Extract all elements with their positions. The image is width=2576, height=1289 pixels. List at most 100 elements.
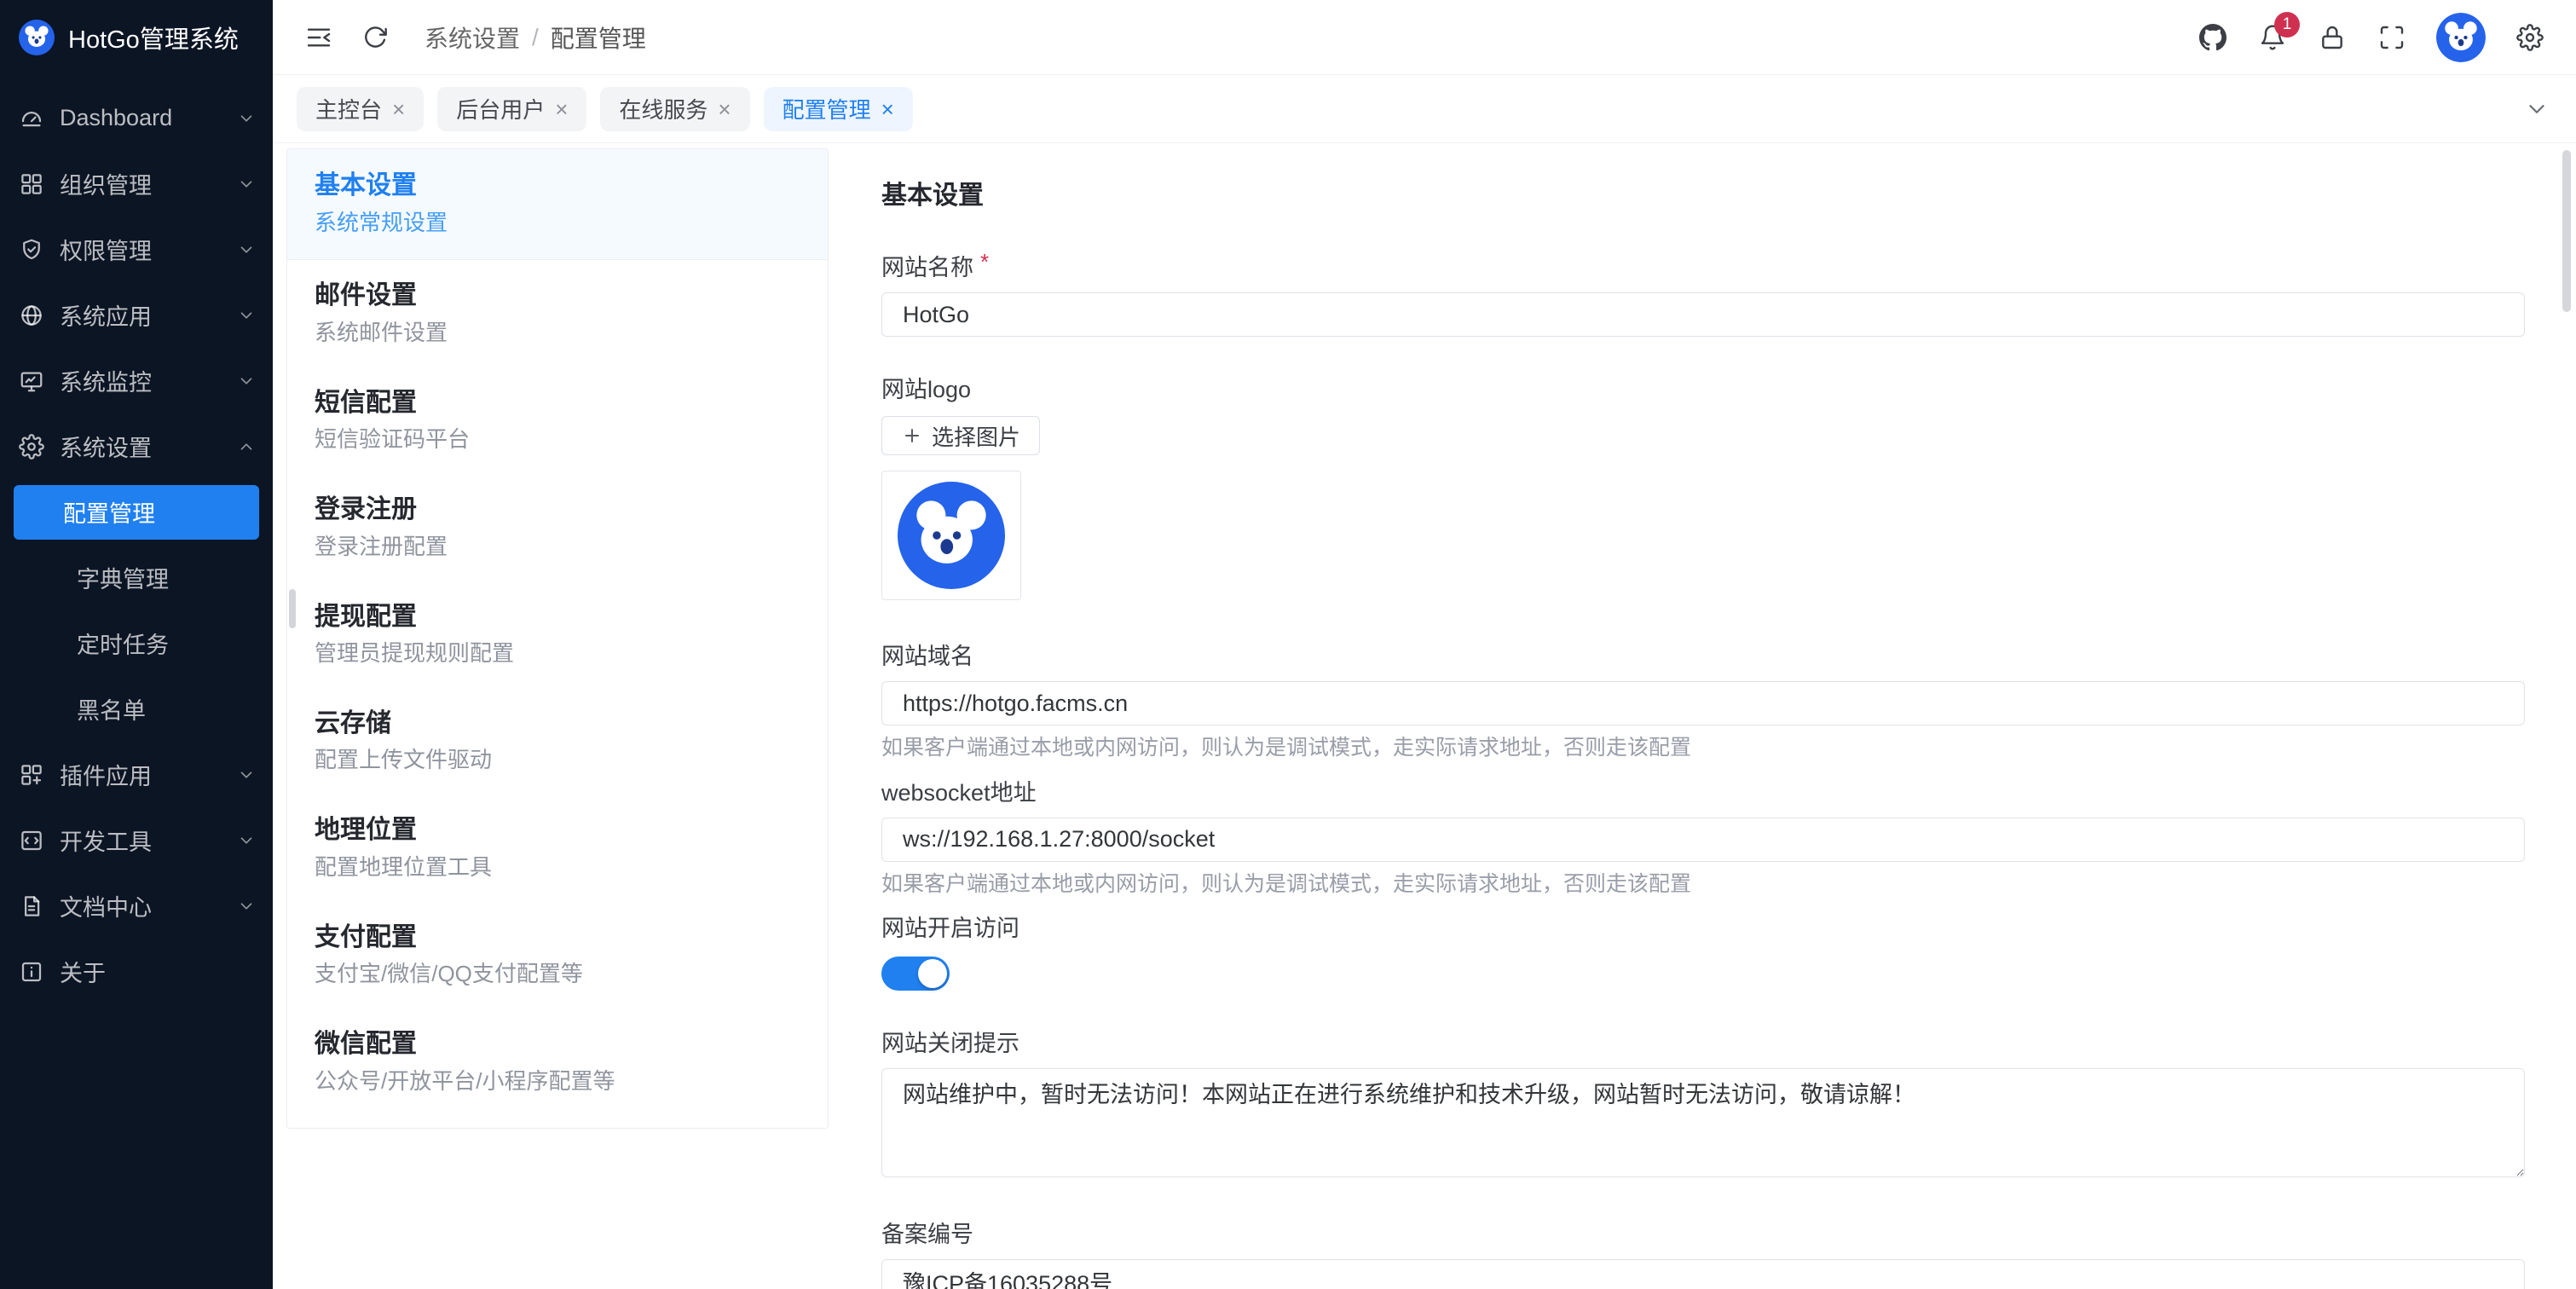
site-open-group: 网站开启访问 <box>881 910 2525 991</box>
nav-item-login-register[interactable]: 登录注册 登录注册配置 <box>287 474 828 581</box>
icp-input[interactable] <box>881 1259 2525 1289</box>
app-logo-row[interactable]: HotGo管理系统 <box>0 0 273 75</box>
panel-scrollbar-thumb[interactable] <box>289 589 296 628</box>
settings-nav-panel: 基本设置 系统常规设置 邮件设置 系统邮件设置 短信配置 短信验证码平台 登录注… <box>286 148 829 1129</box>
tab-admin-users[interactable]: 后台用户 × <box>437 87 586 131</box>
breadcrumb: 系统设置 / 配置管理 <box>425 20 646 55</box>
main-scrollbar-thumb[interactable] <box>2562 150 2571 312</box>
websocket-label: websocket地址 <box>881 774 2525 807</box>
chevron-down-icon <box>237 175 256 194</box>
user-avatar[interactable] <box>2436 13 2486 62</box>
lock-icon[interactable] <box>2317 22 2348 53</box>
document-icon <box>19 893 44 919</box>
collapse-sidebar-icon[interactable] <box>303 22 334 53</box>
chevron-down-icon <box>237 831 256 850</box>
chevron-down-icon <box>237 897 256 916</box>
websocket-helper: 如果客户端通过本地或内网访问，则认为是调试模式，走实际请求地址，否则走该配置 <box>881 870 2525 899</box>
chevron-down-icon <box>237 109 256 128</box>
sidebar-item-permission[interactable]: 权限管理 <box>0 217 273 282</box>
active-menu-pill: 配置管理 <box>14 485 259 540</box>
site-logo-group: 网站logo 选择图片 <box>881 371 2525 600</box>
nav-item-payment-settings[interactable]: 支付配置 支付宝/微信/QQ支付配置等 <box>287 902 828 1009</box>
main-area: 系统设置 / 配置管理 1 主 <box>273 0 2576 1289</box>
grid-icon <box>19 171 44 197</box>
monitor-icon <box>19 368 44 394</box>
breadcrumb-parent[interactable]: 系统设置 <box>425 20 520 55</box>
sidebar-item-doc-center[interactable]: 文档中心 <box>0 873 273 939</box>
plugin-icon <box>19 762 44 788</box>
nav-item-sms-settings[interactable]: 短信配置 短信验证码平台 <box>287 367 828 474</box>
dashboard-icon <box>19 106 44 131</box>
close-tip-group: 网站关闭提示 网站维护中，暂时无法访问！本网站正在进行系统维护和技术升级，网站暂… <box>881 1025 2525 1182</box>
chevron-down-icon <box>237 240 256 259</box>
chevron-up-icon <box>237 437 256 456</box>
sidebar-item-about[interactable]: 关于 <box>0 939 273 1004</box>
app-title: HotGo管理系统 <box>68 20 239 55</box>
notification-badge: 1 <box>2274 12 2300 38</box>
tab-console[interactable]: 主控台 × <box>297 87 424 131</box>
sidebar-item-dashboard[interactable]: Dashboard <box>0 85 273 151</box>
chevron-down-icon <box>237 372 256 390</box>
chevron-down-icon <box>237 766 256 784</box>
sidebar-sub-config-management[interactable]: 配置管理 <box>0 479 273 545</box>
sidebar-menu: Dashboard 组织管理 权限管理 系统应用 系统监控 <box>0 75 273 1289</box>
icp-label: 备案编号 <box>881 1216 2525 1249</box>
plus-icon <box>901 425 923 447</box>
close-icon[interactable]: × <box>881 98 894 120</box>
tab-bar: 主控台 × 后台用户 × 在线服务 × 配置管理 × <box>273 75 2576 143</box>
site-logo-preview[interactable] <box>881 471 1021 600</box>
site-domain-group: 网站域名 如果客户端通过本地或内网访问，则认为是调试模式，走实际请求地址，否则走… <box>881 638 2525 762</box>
breadcrumb-separator: / <box>532 24 539 51</box>
close-icon[interactable]: × <box>555 98 568 120</box>
fullscreen-icon[interactable] <box>2377 22 2407 53</box>
sidebar-item-plugin-apps[interactable]: 插件应用 <box>0 742 273 807</box>
websocket-input[interactable] <box>881 818 2525 862</box>
settings-gear-icon[interactable] <box>2515 22 2545 53</box>
icp-group: 备案编号 <box>881 1216 2525 1289</box>
sidebar-item-organization[interactable]: 组织管理 <box>0 151 273 217</box>
choose-image-button[interactable]: 选择图片 <box>881 416 1040 455</box>
app-root: HotGo管理系统 Dashboard 组织管理 权限管理 系统应用 <box>0 0 2576 1289</box>
site-domain-input[interactable] <box>881 681 2525 725</box>
content-area: 基本设置 系统常规设置 邮件设置 系统邮件设置 短信配置 短信验证码平台 登录注… <box>273 143 2576 1289</box>
globe-icon <box>19 303 44 328</box>
nav-item-cloud-storage[interactable]: 云存储 配置上传文件驱动 <box>287 688 828 795</box>
breadcrumb-current: 配置管理 <box>551 20 646 55</box>
site-domain-label: 网站域名 <box>881 638 2525 671</box>
sidebar-sub-dict-management[interactable]: 字典管理 <box>0 545 273 610</box>
shield-check-icon <box>19 237 44 263</box>
chevron-down-icon <box>237 306 256 325</box>
nav-item-geolocation[interactable]: 地理位置 配置地理位置工具 <box>287 795 828 901</box>
nav-item-email-settings[interactable]: 邮件设置 系统邮件设置 <box>287 260 828 367</box>
tab-config-management[interactable]: 配置管理 × <box>764 87 913 131</box>
tab-online-service[interactable]: 在线服务 × <box>600 87 749 131</box>
websocket-group: websocket地址 如果客户端通过本地或内网访问，则认为是调试模式，走实际请… <box>881 774 2525 899</box>
nav-item-withdraw-settings[interactable]: 提现配置 管理员提现规则配置 <box>287 581 828 688</box>
site-open-label: 网站开启访问 <box>881 910 2525 943</box>
sidebar-item-dev-tools[interactable]: 开发工具 <box>0 807 273 873</box>
nav-item-wechat-settings[interactable]: 微信配置 公众号/开放平台/小程序配置等 <box>287 1009 828 1115</box>
site-open-toggle[interactable] <box>881 957 950 991</box>
app-logo-icon <box>19 20 55 55</box>
github-icon[interactable] <box>2198 22 2228 53</box>
sidebar-item-system-apps[interactable]: 系统应用 <box>0 282 273 348</box>
sidebar-sub-scheduled-tasks[interactable]: 定时任务 <box>0 610 273 676</box>
refresh-icon[interactable] <box>360 22 390 53</box>
sidebar-item-system-monitor[interactable]: 系统监控 <box>0 348 273 413</box>
gear-icon <box>19 434 44 460</box>
required-asterisk: * <box>980 249 989 273</box>
basic-settings-form: 基本设置 网站名称* 网站logo 选择图片 <box>829 148 2576 1289</box>
close-tip-label: 网站关闭提示 <box>881 1025 2525 1058</box>
nav-item-basic-settings[interactable]: 基本设置 系统常规设置 <box>287 149 828 260</box>
close-icon[interactable]: × <box>392 98 405 120</box>
site-name-group: 网站名称* <box>881 249 2525 337</box>
tab-options-chevron-icon[interactable] <box>2521 94 2552 124</box>
close-icon[interactable]: × <box>718 98 731 120</box>
sidebar-sub-blacklist[interactable]: 黑名单 <box>0 676 273 742</box>
site-logo-label: 网站logo <box>881 371 2525 404</box>
site-name-input[interactable] <box>881 292 2525 337</box>
close-tip-textarea[interactable]: 网站维护中，暂时无法访问！本网站正在进行系统维护和技术升级，网站暂时无法访问，敬… <box>881 1068 2525 1177</box>
sidebar: HotGo管理系统 Dashboard 组织管理 权限管理 系统应用 <box>0 0 273 1289</box>
code-icon <box>19 828 44 853</box>
sidebar-item-system-settings[interactable]: 系统设置 <box>0 413 273 479</box>
